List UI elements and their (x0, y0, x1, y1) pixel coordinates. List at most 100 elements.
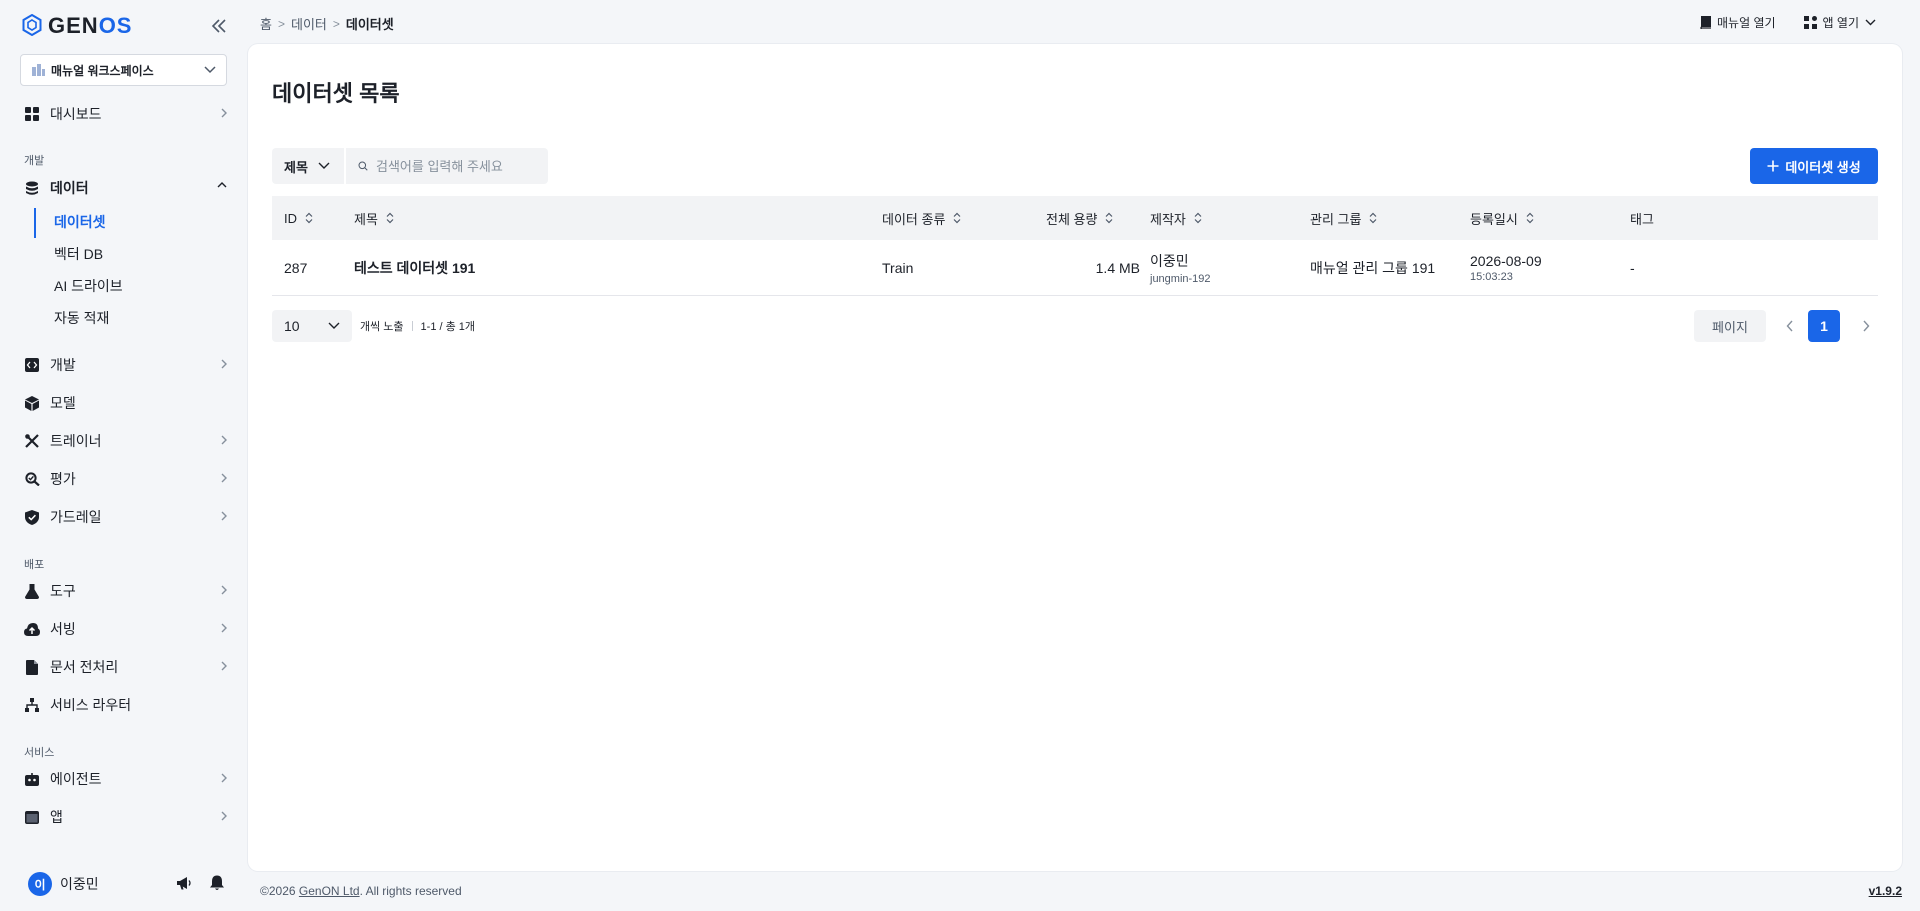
tools-icon (24, 433, 40, 449)
column-header-type[interactable]: 데이터 종류 (882, 196, 961, 240)
dashboard-icon (24, 106, 40, 122)
sidebar-item-dev[interactable]: 개발 (24, 350, 228, 380)
next-page-button[interactable] (1854, 310, 1878, 342)
book-icon (1700, 16, 1711, 29)
page-size-select[interactable]: 10 (272, 310, 352, 342)
chevron-right-icon (221, 661, 227, 671)
sidebar-item-model[interactable]: 모델 (24, 388, 228, 418)
column-header-label: ID (284, 210, 297, 226)
cell-size: 1.4 MB (1046, 240, 1140, 296)
cell-creator-name: 이중민 (1150, 253, 1189, 269)
column-header-label: 제목 (354, 211, 378, 227)
sidebar-item-dashboard[interactable]: 대시보드 (24, 99, 228, 129)
cell-group: 매뉴얼 관리 그룹 191 (1310, 240, 1435, 296)
column-header-title[interactable]: 제목 (354, 196, 394, 240)
cube-icon (24, 395, 40, 411)
column-header-date[interactable]: 등록일시 (1470, 196, 1534, 240)
double-chevron-left-icon (211, 19, 226, 33)
column-header-size[interactable]: 전체 용량 (1046, 196, 1113, 240)
column-header-id[interactable]: ID (284, 196, 313, 240)
sidebar-item-label: 대시보드 (50, 106, 102, 122)
sidebar-subitem-dataset[interactable]: 데이터셋 (54, 210, 106, 234)
chevron-right-icon (221, 511, 227, 521)
sidebar-subitem-ai-drive[interactable]: AI 드라이브 (54, 274, 123, 298)
section-label-service: 서비스 (24, 747, 55, 759)
cell-id: 287 (284, 240, 307, 296)
sort-icon (953, 212, 961, 224)
sidebar-item-data[interactable]: 데이터 (24, 173, 228, 203)
sidebar-item-label: 모델 (50, 395, 76, 411)
column-header-group[interactable]: 관리 그룹 (1310, 196, 1377, 240)
sidebar-subitem-auto-load[interactable]: 자동 적재 (54, 306, 109, 330)
company-link[interactable]: GenON Ltd (299, 884, 360, 898)
sidebar-item-document-preprocess[interactable]: 문서 전처리 (24, 652, 228, 682)
plus-icon (1767, 160, 1779, 172)
network-icon (24, 697, 40, 713)
code-icon (24, 357, 40, 373)
sidebar-item-label: 서비스 라우터 (50, 697, 132, 713)
apps-icon (1803, 16, 1817, 29)
chevron-right-icon (221, 773, 227, 783)
table-header: ID 제목 데이터 종류 전체 용량 제작자 관리 그룹 등록일시 태그 (272, 196, 1878, 240)
chevron-down-icon (1865, 19, 1876, 26)
sort-icon (1106, 212, 1113, 224)
sidebar-item-label: 앱 (50, 809, 63, 825)
sidebar-item-serving[interactable]: 서빙 (24, 614, 228, 644)
column-header-creator[interactable]: 제작자 (1150, 196, 1202, 240)
footer-copyright: ©2026 GenON Ltd. All rights reserved (260, 884, 462, 898)
sidebar-item-agent[interactable]: 에이전트 (24, 764, 228, 794)
sidebar-item-label: 문서 전처리 (50, 659, 119, 675)
create-dataset-button[interactable]: 데이터셋 생성 (1750, 148, 1878, 184)
sort-icon (386, 212, 394, 224)
app-window-icon (24, 809, 40, 825)
logo[interactable]: GENOS (22, 13, 132, 38)
cell-date-value: 2026-08-09 (1470, 253, 1542, 269)
page-jump-input[interactable]: 페이지 (1694, 310, 1766, 342)
search-field-select[interactable]: 제목 (272, 148, 344, 184)
collapse-sidebar-button[interactable] (208, 16, 230, 36)
open-app-button[interactable]: 앱 열기 (1803, 14, 1876, 31)
bell-icon[interactable] (210, 875, 224, 894)
megaphone-icon[interactable] (176, 876, 192, 893)
rights-text: . All rights reserved (359, 884, 462, 898)
version-link[interactable]: v1.9.2 (1869, 884, 1902, 898)
search-input[interactable] (376, 158, 536, 174)
open-manual-button[interactable]: 매뉴얼 열기 (1700, 14, 1776, 31)
flask-icon (24, 583, 40, 599)
cell-creator: 이중민 jungmin-192 (1150, 240, 1211, 296)
page-size-value: 10 (284, 318, 300, 334)
chevron-right-icon (221, 108, 227, 118)
sidebar-subitem-vector-db[interactable]: 벡터 DB (54, 242, 103, 266)
count-info: 개씩 노출 1-1 / 총 1개 (360, 310, 475, 342)
sidebar-item-trainer[interactable]: 트레이너 (24, 426, 228, 456)
sidebar-item-label: 평가 (50, 471, 76, 487)
breadcrumb-home[interactable]: 홈 (260, 14, 272, 33)
sidebar-item-tools[interactable]: 도구 (24, 576, 228, 606)
cell-title[interactable]: 테스트 데이터셋 191 (354, 240, 475, 296)
chevron-right-icon (221, 811, 227, 821)
avatar[interactable]: 이 (28, 872, 52, 896)
sidebar-item-evaluation[interactable]: 평가 (24, 464, 228, 494)
table-row[interactable]: 287 테스트 데이터셋 191 Train 1.4 MB 이중민 jungmin… (272, 240, 1878, 296)
cell-tag: - (1630, 240, 1635, 296)
cell-creator-id: jungmin-192 (1150, 273, 1211, 285)
chevron-right-icon: > (332, 16, 340, 31)
sidebar-item-app[interactable]: 앱 (24, 802, 228, 832)
database-icon (24, 180, 40, 196)
sidebar-item-service-router[interactable]: 서비스 라우터 (24, 690, 228, 720)
page-number-button[interactable]: 1 (1808, 310, 1840, 342)
sidebar-item-label: 개발 (50, 357, 76, 373)
shield-icon (24, 509, 40, 525)
chevron-up-icon (217, 182, 227, 188)
prev-page-button[interactable] (1778, 310, 1802, 342)
sidebar-item-guardrail[interactable]: 가드레일 (24, 502, 228, 532)
chevron-right-icon (221, 359, 227, 369)
sort-icon (1370, 212, 1377, 224)
breadcrumb-data[interactable]: 데이터 (291, 14, 327, 33)
column-header-label: 등록일시 (1470, 211, 1518, 227)
column-header-label: 태그 (1630, 211, 1654, 227)
cell-tag-value: - (1630, 260, 1635, 276)
workspace-select[interactable]: 매뉴얼 워크스페이스 (20, 54, 227, 86)
cell-title-value: 테스트 데이터셋 191 (354, 260, 476, 276)
agent-icon (24, 771, 40, 787)
